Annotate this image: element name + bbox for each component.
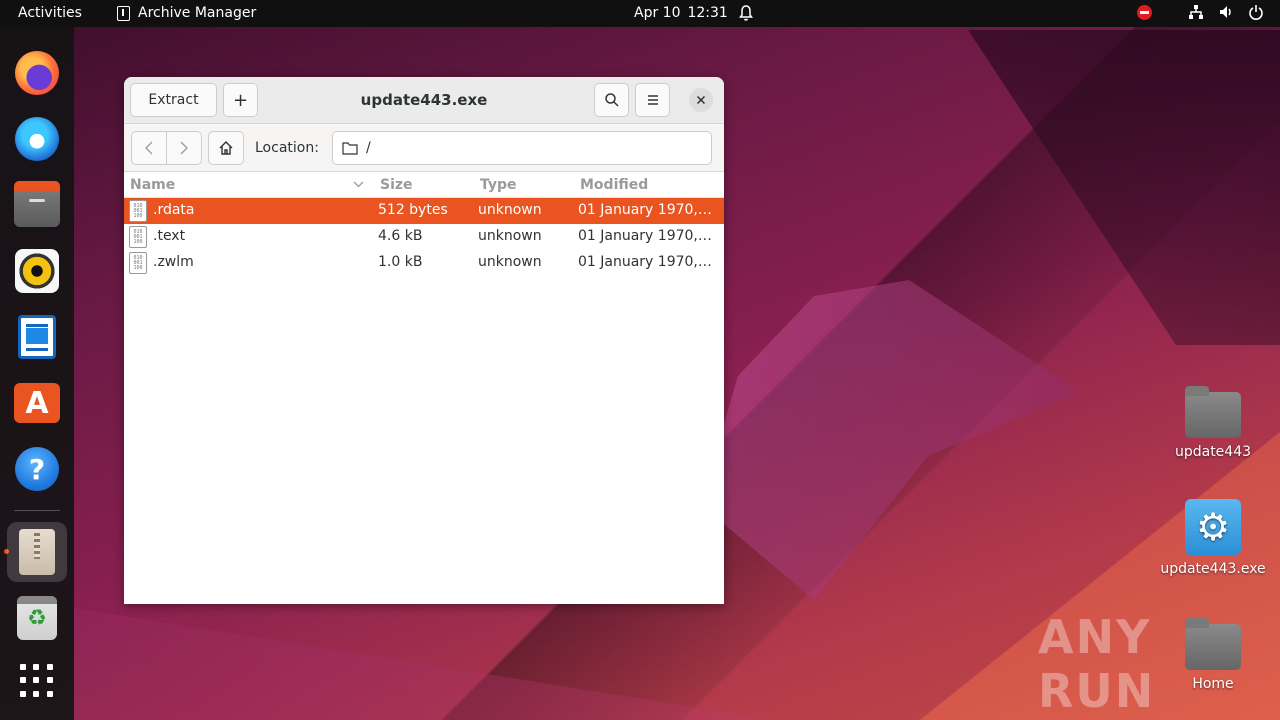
folder-icon	[342, 142, 358, 155]
dock-separator	[14, 510, 60, 511]
file-modified: 01 January 1970,…	[578, 228, 712, 244]
thunderbird-icon	[15, 117, 59, 161]
clock-date: Apr 10	[634, 5, 681, 21]
home-icon	[219, 141, 233, 155]
dock-thunderbird[interactable]	[7, 109, 67, 169]
file-list-header: Name Size Type Modified	[124, 172, 724, 198]
header-bar: Extract + update443.exe	[124, 77, 724, 124]
menu-button[interactable]	[635, 83, 670, 117]
dock-files[interactable]	[7, 176, 67, 236]
file-type: unknown	[478, 254, 542, 270]
chevron-right-icon	[180, 141, 188, 155]
location-bar: Location: /	[124, 124, 724, 172]
sort-descending-icon	[353, 181, 364, 188]
home-button[interactable]	[208, 131, 244, 165]
dock: A ? ♻	[0, 27, 74, 720]
file-size: 512 bytes	[378, 202, 448, 218]
column-header-name[interactable]: Name	[130, 177, 175, 193]
file-list: 010 001 100 .rdata 512 bytes unknown 01 Ja…	[124, 198, 724, 276]
file-name: .text	[153, 228, 186, 244]
help-icon: ?	[15, 447, 59, 491]
desktop-icon-label: update443.exe	[1160, 561, 1266, 577]
archive-manager-window: Extract + update443.exe Location: / Name…	[124, 77, 724, 604]
binary-file-icon: 010 001 100	[129, 252, 147, 274]
activities-button[interactable]: Activities	[18, 5, 82, 21]
binary-file-icon: 010 001 100	[129, 226, 147, 248]
column-header-modified[interactable]: Modified	[580, 177, 648, 193]
file-name: .zwlm	[153, 254, 194, 270]
file-row[interactable]: 010 001 100 .rdata 512 bytes unknown 01 Ja…	[124, 198, 724, 224]
trash-icon: ♻	[17, 596, 57, 640]
file-type: unknown	[478, 228, 542, 244]
search-icon	[604, 93, 619, 107]
app-menu[interactable]: Archive Manager	[117, 5, 256, 21]
close-icon	[696, 95, 706, 105]
archive-manager-icon	[117, 5, 130, 21]
top-bar: Activities Archive Manager Apr 10 12:31	[0, 0, 1280, 27]
hamburger-menu-icon	[647, 95, 658, 105]
forward-button[interactable]	[167, 132, 201, 164]
executable-gear-icon: ⚙	[1185, 499, 1241, 555]
dock-libreoffice-writer[interactable]	[7, 307, 67, 367]
notification-bell-icon[interactable]	[738, 4, 754, 22]
back-button[interactable]	[132, 132, 167, 164]
show-apps-button[interactable]	[7, 651, 67, 711]
files-icon	[14, 181, 60, 227]
dock-rhythmbox[interactable]	[7, 241, 67, 301]
dock-archive-manager[interactable]	[7, 522, 67, 582]
do-not-disturb-icon[interactable]	[1137, 4, 1152, 20]
power-icon	[1249, 5, 1263, 20]
volume-icon	[1220, 6, 1231, 18]
file-name: .rdata	[153, 202, 195, 218]
file-row[interactable]: 010 001 100 .zwlm 1.0 kB unknown 01 Januar…	[124, 250, 724, 276]
rhythmbox-icon	[15, 249, 59, 293]
column-header-size[interactable]: Size	[380, 177, 413, 193]
file-size: 1.0 kB	[378, 254, 423, 270]
app-grid-icon	[20, 664, 54, 698]
file-size: 4.6 kB	[378, 228, 423, 244]
app-center-icon: A	[14, 383, 60, 423]
close-button[interactable]	[689, 88, 713, 112]
app-menu-label: Archive Manager	[138, 5, 257, 21]
dock-app-center[interactable]: A	[7, 373, 67, 433]
column-header-type[interactable]: Type	[480, 177, 517, 193]
dock-firefox[interactable]	[7, 43, 67, 103]
navigation-buttons	[131, 131, 202, 165]
desktop-icon-update443-folder[interactable]: update443	[1158, 386, 1268, 460]
libreoffice-writer-icon	[18, 315, 56, 359]
folder-icon	[1185, 386, 1241, 438]
archive-manager-icon	[19, 529, 55, 575]
add-files-button[interactable]: +	[223, 83, 258, 117]
binary-file-icon: 010 001 100	[129, 200, 147, 222]
file-type: unknown	[478, 202, 542, 218]
chevron-left-icon	[145, 141, 153, 155]
extract-button[interactable]: Extract	[130, 83, 217, 117]
file-modified: 01 January 1970,…	[578, 202, 712, 218]
dock-trash[interactable]: ♻	[7, 588, 67, 648]
system-tray[interactable]	[1137, 4, 1264, 20]
location-value: /	[366, 140, 371, 156]
location-field[interactable]: /	[332, 131, 712, 165]
clock-time: 12:31	[687, 5, 728, 21]
location-label: Location:	[255, 140, 319, 156]
search-button[interactable]	[594, 83, 629, 117]
desktop-icon-update443-exe[interactable]: ⚙ update443.exe	[1158, 499, 1268, 577]
file-modified: 01 January 1970,…	[578, 254, 712, 270]
firefox-icon	[15, 51, 59, 95]
file-row[interactable]: 010 001 100 .text 4.6 kB unknown 01 Januar…	[124, 224, 724, 250]
clock[interactable]: Apr 10 12:31	[634, 5, 728, 21]
anyrun-watermark: ANY RUN	[1038, 610, 1156, 718]
dock-help[interactable]: ?	[7, 439, 67, 499]
network-icon	[1189, 5, 1203, 19]
desktop-icon-label: update443	[1174, 444, 1252, 460]
